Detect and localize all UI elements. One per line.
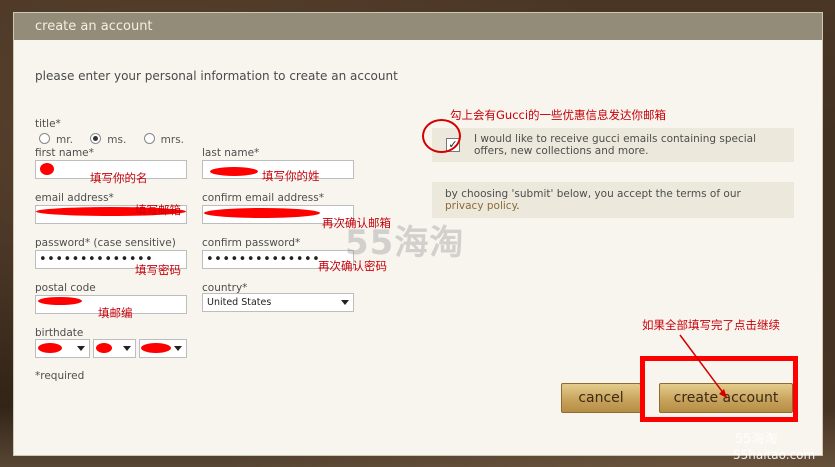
email-optin-text: I would like to receive gucci emails con… [474, 133, 757, 157]
chevron-down-icon [123, 346, 131, 351]
watermark-logo: 55海淘 [345, 223, 465, 263]
confirm-password-label: confirm password* [202, 237, 301, 249]
privacy-policy-link[interactable]: privacy policy [445, 200, 516, 212]
redaction-mark [204, 208, 320, 218]
watermark-site: 55haitao.com [733, 448, 816, 462]
annotation-email: 填写邮箱 [135, 203, 181, 217]
annotation-continue: 如果全部填写完了点击继续 [642, 318, 780, 332]
radio-ms[interactable] [90, 133, 102, 144]
confirm-email-label: confirm email address* [202, 192, 324, 204]
terms-panel: by choosing 'submit' below, you accept t… [432, 182, 794, 218]
redaction-mark [141, 343, 171, 353]
chevron-down-icon [77, 346, 85, 351]
terms-text: by choosing 'submit' below, you accept t… [445, 188, 741, 212]
annotation-first-name: 填写你的名 [90, 171, 148, 185]
password-label: password* (case sensitive) [35, 237, 176, 249]
redaction-mark [38, 297, 82, 305]
email-optin-panel: ✓ I would like to receive gucci emails c… [432, 128, 794, 162]
annotation-optin: 勾上会有Gucci的一些优惠信息发达你邮箱 [450, 108, 667, 122]
postal-code-label: postal code [35, 282, 96, 294]
radio-mr[interactable] [39, 133, 50, 144]
highlight-rectangle [640, 356, 798, 422]
title-option-ms[interactable]: ms. [90, 133, 126, 146]
chevron-down-icon [341, 300, 349, 305]
title-radio-group: mr. ms. mrs. [39, 133, 198, 146]
annotation-password: 填写密码 [135, 263, 181, 277]
annotation-postal: 填邮编 [98, 306, 133, 320]
intro-text: please enter your personal information t… [35, 69, 398, 83]
chevron-down-icon [174, 346, 182, 351]
required-note: *required [35, 370, 85, 382]
birthdate-label: birthdate [35, 327, 84, 339]
modal-title: create an account [14, 13, 822, 40]
redaction-mark [210, 167, 258, 176]
country-select[interactable]: United States [202, 293, 354, 312]
cancel-button[interactable]: cancel [561, 383, 641, 413]
country-value: United States [207, 297, 272, 308]
radio-mrs[interactable] [143, 133, 155, 144]
title-label: title* [35, 118, 61, 130]
first-name-label: first name* [35, 147, 94, 159]
watermark-corner: 55海淘 [735, 432, 778, 447]
email-label: email address* [35, 192, 114, 204]
last-name-label: last name* [202, 147, 260, 159]
highlight-circle [422, 119, 461, 153]
title-option-mrs[interactable]: mrs. [143, 133, 184, 146]
redaction-mark [38, 343, 62, 353]
redaction-mark [96, 343, 112, 353]
redaction-mark [40, 163, 54, 175]
annotation-last-name: 填写你的姓 [262, 169, 320, 183]
title-option-mr[interactable]: mr. [39, 133, 73, 146]
